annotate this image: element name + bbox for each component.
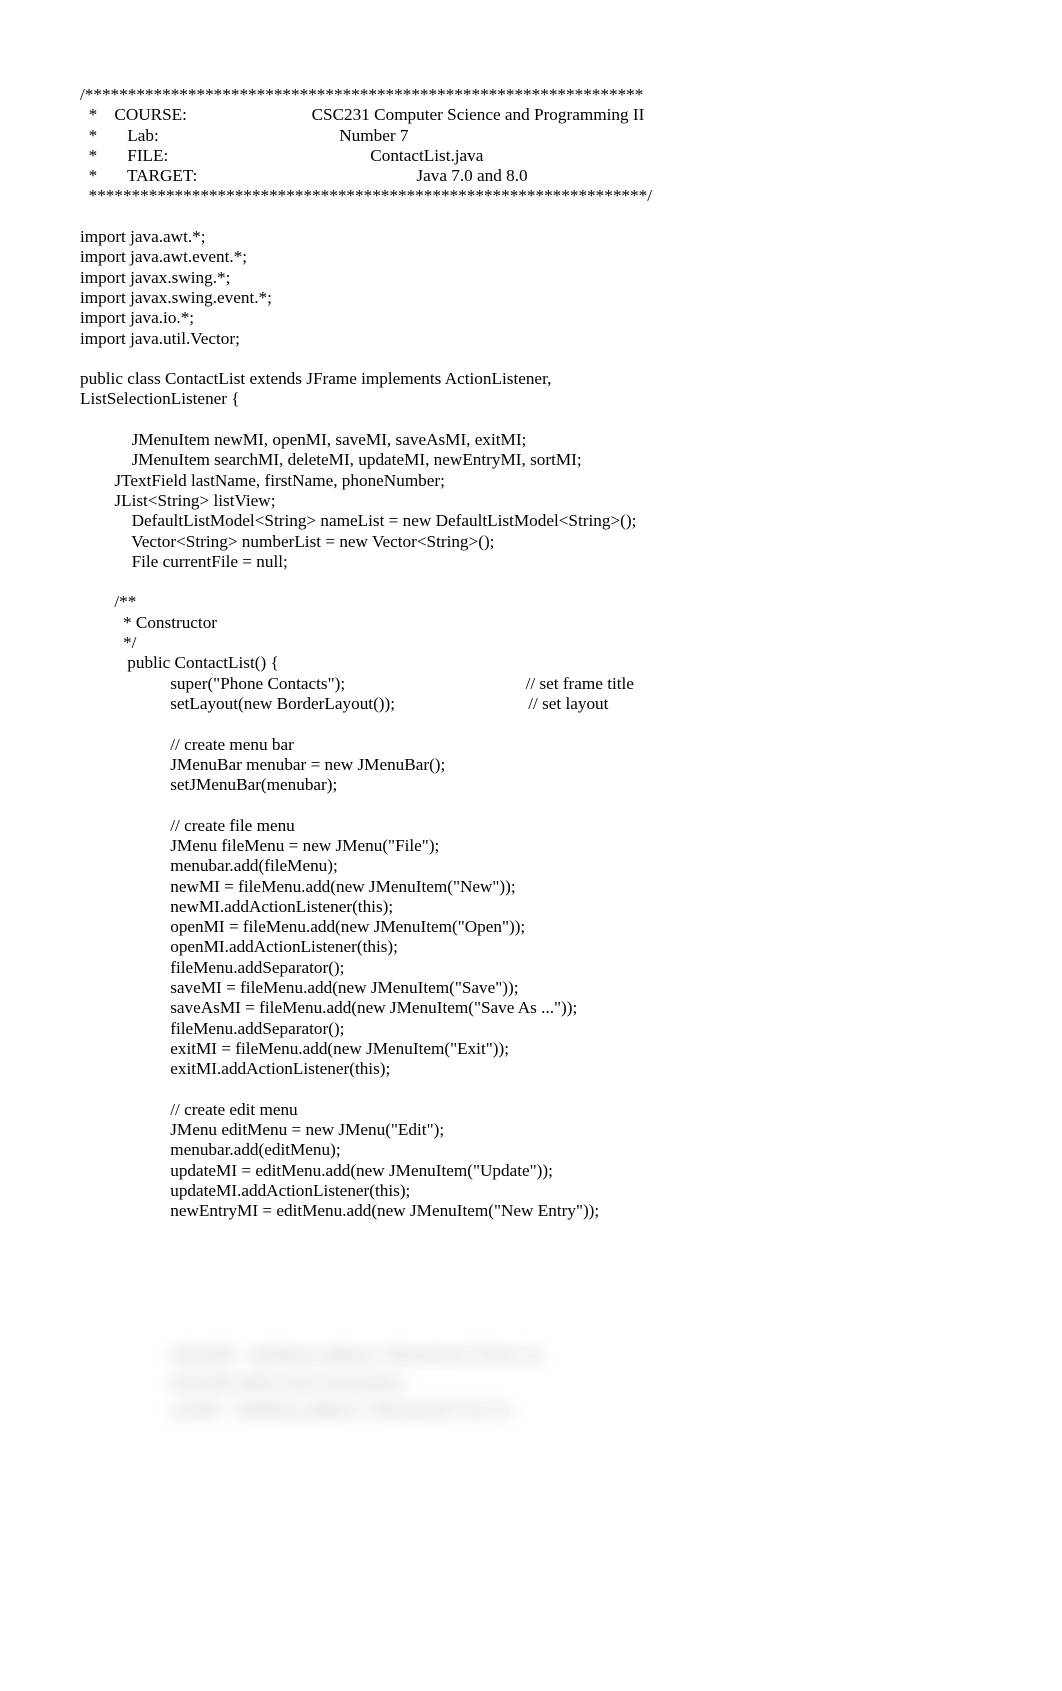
code-content: /***************************************…	[80, 85, 982, 1222]
document-page: /***************************************…	[0, 0, 1062, 1691]
blurred-preview: deleteMI = editMenu.add(new JMenuItem("D…	[80, 1341, 982, 1461]
